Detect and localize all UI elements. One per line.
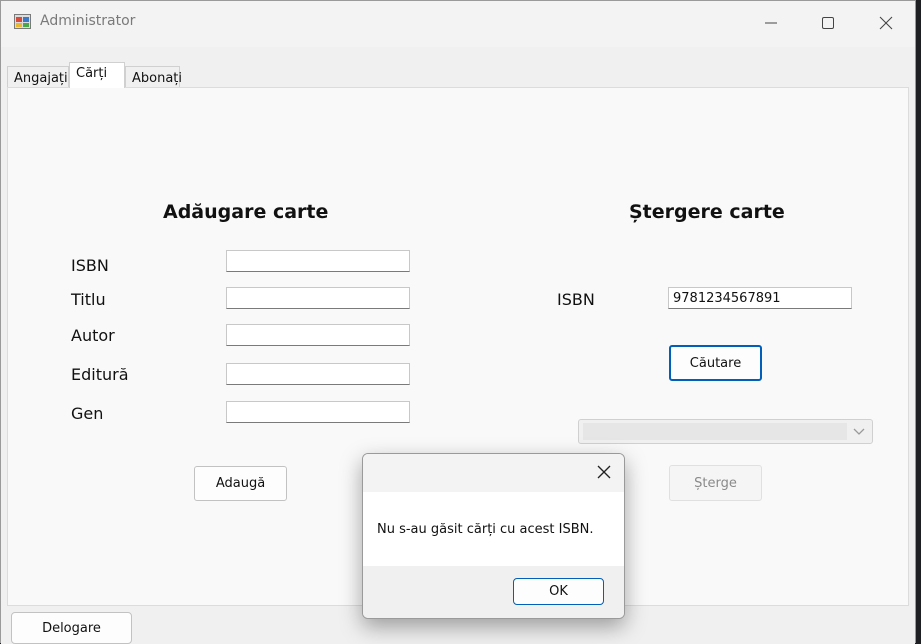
dialog-message: Nu s-au găsit cărți cu acest ISBN. (377, 522, 594, 537)
tab-abonati[interactable]: Abonați (125, 66, 182, 87)
chevron-down-icon (853, 428, 865, 435)
search-button[interactable]: Căutare (669, 345, 762, 381)
delete-isbn-input[interactable] (668, 287, 852, 309)
add-book-button[interactable]: Adaugă (194, 466, 287, 501)
maximize-button[interactable] (799, 1, 857, 45)
title-bar[interactable]: Administrator (1, 1, 915, 47)
tab-carti[interactable]: Cărți (69, 62, 125, 88)
dialog-footer: OK (363, 566, 624, 618)
ok-button[interactable]: OK (513, 578, 604, 605)
close-icon (879, 16, 893, 30)
genre-label: Gen (71, 404, 104, 423)
minimize-button[interactable] (742, 1, 800, 45)
minimize-icon (765, 22, 777, 24)
close-window-button[interactable] (857, 1, 915, 45)
window-title: Administrator (40, 13, 136, 29)
author-label: Autor (71, 326, 115, 345)
app-icon (14, 14, 31, 29)
dropdown-value (583, 423, 847, 440)
delete-isbn-label: ISBN (557, 290, 595, 309)
delete-button[interactable]: Șterge (669, 465, 762, 501)
isbn-label: ISBN (71, 256, 109, 275)
delete-book-title: Ștergere carte (629, 201, 785, 223)
isbn-input[interactable] (226, 250, 410, 272)
genre-input[interactable] (226, 401, 410, 423)
maximize-icon (822, 17, 834, 29)
add-book-title: Adăugare carte (163, 201, 329, 223)
author-input[interactable] (226, 324, 410, 346)
title-label: Titlu (71, 290, 106, 309)
tab-angajati[interactable]: Angajați (7, 66, 69, 87)
dialog-header (363, 454, 624, 492)
title-input[interactable] (226, 287, 410, 309)
message-dialog: Nu s-au găsit cărți cu acest ISBN. OK (362, 453, 625, 619)
close-icon[interactable] (596, 464, 612, 480)
publisher-input[interactable] (226, 363, 410, 385)
logout-button[interactable]: Delogare (11, 612, 132, 644)
publisher-label: Editură (71, 365, 129, 384)
results-dropdown[interactable] (578, 419, 873, 444)
